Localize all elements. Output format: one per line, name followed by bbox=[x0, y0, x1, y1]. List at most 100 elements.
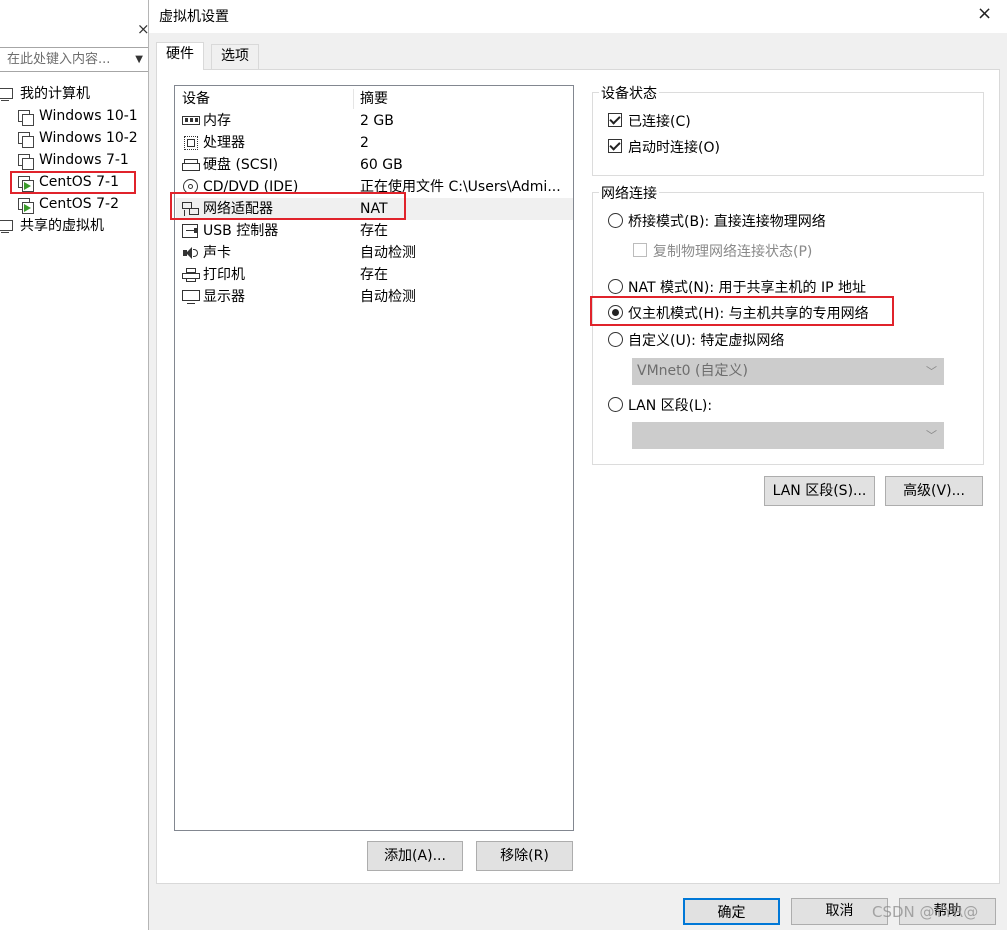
vm-icon bbox=[17, 109, 35, 126]
device-summary: 2 GB bbox=[360, 113, 394, 129]
vm-icon bbox=[17, 153, 35, 170]
connect-at-power-on-checkbox[interactable] bbox=[608, 139, 622, 153]
tree-item-vm[interactable]: Windows 7-1 bbox=[17, 150, 129, 171]
device-row[interactable]: USB 控制器 存在 bbox=[176, 220, 573, 242]
connect-at-power-on-label[interactable]: 启动时连接(O) bbox=[628, 137, 720, 157]
chevron-down-icon[interactable]: ▼ bbox=[135, 48, 143, 71]
device-summary: 自动检测 bbox=[360, 289, 416, 305]
ok-button[interactable]: 确定 bbox=[683, 898, 780, 925]
device-name: 网络适配器 bbox=[203, 201, 273, 217]
tree-item-label: 共享的虚拟机 bbox=[20, 218, 104, 234]
help-button[interactable]: 帮助 bbox=[899, 898, 996, 925]
library-search-placeholder: 在此处键入内容... bbox=[7, 52, 111, 67]
tree-item-vm[interactable]: CentOS 7-2 bbox=[17, 194, 119, 215]
device-summary: 自动检测 bbox=[360, 245, 416, 261]
tab-options[interactable]: 选项 bbox=[211, 44, 259, 69]
host-only-radio[interactable] bbox=[608, 305, 623, 320]
cd-dvd-icon bbox=[181, 179, 201, 195]
computer-icon bbox=[0, 87, 16, 103]
tree-item-vm[interactable]: Windows 10-1 bbox=[17, 106, 138, 127]
device-status-group bbox=[592, 92, 984, 176]
cancel-button[interactable]: 取消 bbox=[791, 898, 888, 925]
processor-icon bbox=[181, 135, 201, 151]
device-name: 显示器 bbox=[203, 289, 245, 305]
library-close-icon[interactable]: × bbox=[137, 20, 148, 38]
custom-radio[interactable] bbox=[608, 332, 623, 347]
connected-checkbox[interactable] bbox=[608, 113, 622, 127]
device-row[interactable]: 处理器 2 bbox=[176, 132, 573, 154]
device-name: CD/DVD (IDE) bbox=[203, 179, 299, 195]
tree-item-vm-selected[interactable]: CentOS 7-1 bbox=[17, 172, 119, 193]
lan-segment-radio[interactable] bbox=[608, 397, 623, 412]
tree-item-label: Windows 10-2 bbox=[39, 130, 138, 146]
memory-icon bbox=[181, 113, 201, 129]
device-row[interactable]: 打印机 存在 bbox=[176, 264, 573, 286]
column-header-device[interactable]: 设备 bbox=[182, 88, 210, 110]
chevron-down-icon: ﹀ bbox=[926, 429, 937, 442]
custom-network-value: VMnet0 (自定义) bbox=[637, 363, 748, 379]
nat-radio[interactable] bbox=[608, 279, 623, 294]
library-panel: × 在此处键入内容... ▼ 我的计算机 Windows 10-1 Window… bbox=[0, 0, 148, 930]
advanced-button[interactable]: 高级(V)... bbox=[885, 476, 983, 506]
usb-icon bbox=[181, 223, 201, 239]
connected-label[interactable]: 已连接(C) bbox=[628, 111, 691, 131]
bridged-label[interactable]: 桥接模式(B): 直接连接物理网络 bbox=[628, 211, 826, 231]
tree-item-label: Windows 10-1 bbox=[39, 108, 138, 124]
tree-item-label: 我的计算机 bbox=[20, 86, 90, 102]
device-summary: 2 bbox=[360, 135, 369, 151]
device-name: 内存 bbox=[203, 113, 231, 129]
device-name: 声卡 bbox=[203, 245, 231, 261]
device-summary: 60 GB bbox=[360, 157, 403, 173]
tree-item-label: Windows 7-1 bbox=[39, 152, 129, 168]
display-icon bbox=[181, 289, 201, 305]
device-summary: NAT bbox=[360, 201, 388, 217]
network-adapter-icon bbox=[181, 201, 201, 217]
device-list[interactable]: 设备 摘要 内存 2 GB 处理器 2 硬盘 (SCSI) 60 GB CD/D… bbox=[174, 85, 574, 831]
device-name: 硬盘 (SCSI) bbox=[203, 157, 279, 173]
tab-hardware[interactable]: 硬件 bbox=[156, 42, 204, 70]
device-name: 处理器 bbox=[203, 135, 245, 151]
device-summary: 存在 bbox=[360, 223, 388, 239]
chevron-down-icon: ﹀ bbox=[926, 365, 937, 378]
column-divider bbox=[353, 89, 354, 109]
tree-item-shared-vms[interactable]: 共享的虚拟机 bbox=[0, 216, 104, 237]
device-row[interactable]: 内存 2 GB bbox=[176, 110, 573, 132]
remove-device-button[interactable]: 移除(R) bbox=[476, 841, 573, 871]
lan-segment-select[interactable]: ﹀ bbox=[632, 422, 944, 449]
tree-item-vm[interactable]: Windows 10-2 bbox=[17, 128, 138, 149]
vm-running-icon bbox=[17, 175, 35, 192]
custom-network-select[interactable]: VMnet0 (自定义) ﹀ bbox=[632, 358, 944, 385]
device-summary: 存在 bbox=[360, 267, 388, 283]
host-only-label[interactable]: 仅主机模式(H): 与主机共享的专用网络 bbox=[628, 303, 869, 323]
device-name: 打印机 bbox=[203, 267, 245, 283]
close-icon[interactable]: × bbox=[977, 3, 992, 24]
lan-segments-button[interactable]: LAN 区段(S)... bbox=[764, 476, 875, 506]
device-summary: 正在使用文件 C:\Users\Admi... bbox=[360, 179, 561, 195]
device-name: USB 控制器 bbox=[203, 223, 279, 239]
printer-icon bbox=[181, 267, 201, 283]
vm-settings-dialog: 虚拟机设置 × 硬件 选项 设备 摘要 内存 2 GB 处理器 2 硬盘 (SC… bbox=[148, 0, 1007, 930]
lan-segment-label[interactable]: LAN 区段(L): bbox=[628, 395, 712, 415]
nat-label[interactable]: NAT 模式(N): 用于共享主机的 IP 地址 bbox=[628, 277, 866, 297]
replicate-state-checkbox[interactable] bbox=[633, 243, 647, 257]
device-row[interactable]: 显示器 自动检测 bbox=[176, 286, 573, 308]
bridged-radio[interactable] bbox=[608, 213, 623, 228]
add-device-button[interactable]: 添加(A)... bbox=[367, 841, 463, 871]
tree-item-label: CentOS 7-1 bbox=[39, 174, 119, 190]
device-row[interactable]: 声卡 自动检测 bbox=[176, 242, 573, 264]
dialog-title: 虚拟机设置 bbox=[159, 9, 229, 25]
sound-card-icon bbox=[181, 245, 201, 261]
hardware-panel: 设备 摘要 内存 2 GB 处理器 2 硬盘 (SCSI) 60 GB CD/D… bbox=[156, 69, 1000, 884]
custom-label[interactable]: 自定义(U): 特定虚拟网络 bbox=[628, 330, 784, 350]
device-row[interactable]: CD/DVD (IDE) 正在使用文件 C:\Users\Admi... bbox=[176, 176, 573, 198]
column-header-summary[interactable]: 摘要 bbox=[360, 88, 388, 110]
tree-item-my-computer[interactable]: 我的计算机 bbox=[0, 84, 90, 105]
vm-icon bbox=[17, 131, 35, 148]
replicate-state-label[interactable]: 复制物理网络连接状态(P) bbox=[653, 241, 812, 261]
library-search-input[interactable]: 在此处键入内容... ▼ bbox=[0, 47, 148, 72]
device-row-selected[interactable]: 网络适配器 NAT bbox=[176, 198, 573, 220]
device-row[interactable]: 硬盘 (SCSI) 60 GB bbox=[176, 154, 573, 176]
dialog-titlebar: 虚拟机设置 × bbox=[149, 0, 1007, 33]
network-connection-title: 网络连接 bbox=[599, 183, 659, 203]
hard-disk-icon bbox=[181, 157, 201, 173]
